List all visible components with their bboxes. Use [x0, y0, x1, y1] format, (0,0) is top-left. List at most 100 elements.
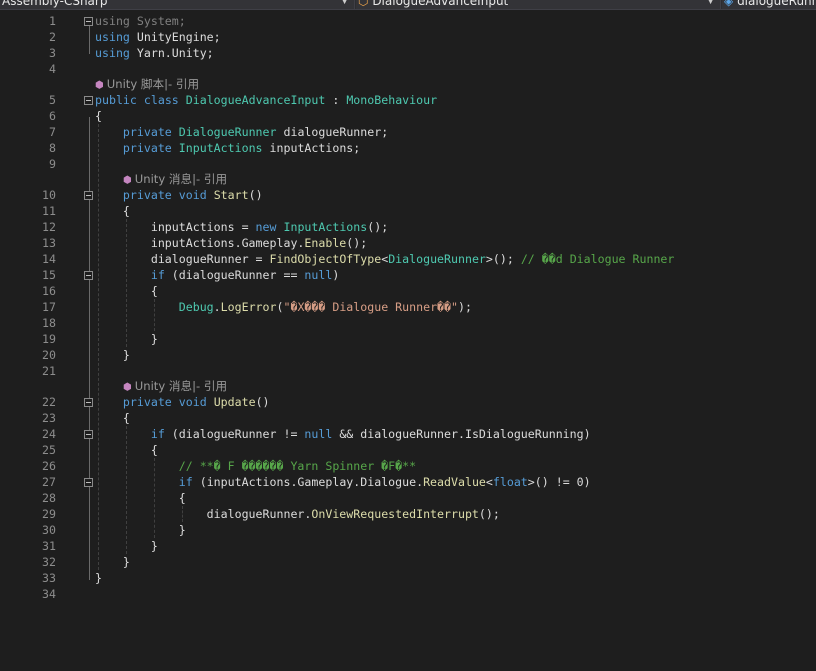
code-line: 4	[0, 61, 816, 77]
code-text[interactable]: private DialogueRunner dialogueRunner;	[95, 124, 388, 140]
code-text[interactable]: }	[95, 570, 102, 586]
code-text[interactable]: {	[95, 410, 130, 426]
code-line: 2 using UnityEngine;	[0, 29, 816, 45]
code-line: 25 {	[0, 442, 816, 458]
code-token: {	[95, 443, 158, 457]
codelens-row: ⬢ Unity 消息|- 引用	[0, 378, 816, 394]
code-line: 22 private void Update()	[0, 394, 816, 410]
code-token: && dialogueRunner.IsDialogueRunning)	[332, 427, 591, 441]
project-dropdown-label: Assembly-CSharp	[2, 0, 108, 8]
code-token: inputActions;	[262, 141, 361, 155]
code-token: Enable	[304, 236, 347, 250]
code-text[interactable]: inputActions.Gameplay.Enable();	[95, 235, 367, 251]
code-token: (inputActions.Gameplay.Dialogue.	[192, 475, 424, 489]
code-text[interactable]: dialogueRunner = FindObjectOfType<Dialog…	[95, 251, 675, 267]
code-text[interactable]: }	[95, 538, 158, 554]
code-token: ()	[255, 395, 270, 409]
codelens-row: ⬢ Unity 脚本|- 引用	[0, 76, 816, 92]
code-text[interactable]: using Yarn.Unity;	[95, 45, 214, 61]
code-line: 15 if (dialogueRunner == null)	[0, 267, 816, 283]
class-dropdown-label: DialogueAdvanceInput	[372, 0, 509, 8]
class-dropdown[interactable]: ⬡ DialogueAdvanceInput ▼	[356, 0, 721, 9]
code-text[interactable]: Debug.LogError("�X��� Dialogue Runner��"…	[95, 299, 472, 315]
collapse-toggle-icon[interactable]	[84, 478, 93, 487]
code-line: 31 }	[0, 538, 816, 554]
code-text[interactable]: {	[95, 108, 102, 124]
code-line: 33}	[0, 570, 816, 586]
code-text[interactable]: {	[95, 283, 158, 299]
code-token: void	[178, 395, 207, 409]
code-token: }	[95, 332, 158, 346]
codelens-text: Unity 消息|- 引用	[134, 379, 228, 393]
line-number: 7	[49, 125, 56, 139]
line-number: 28	[42, 491, 56, 505]
code-token: .	[213, 300, 221, 314]
line-number: 1	[49, 14, 56, 28]
code-text[interactable]: private void Update()	[95, 394, 270, 410]
code-token: // ��d Dialogue Runner	[520, 252, 675, 266]
project-dropdown[interactable]: Assembly-CSharp ▼	[0, 0, 355, 9]
code-token: ();	[367, 220, 389, 234]
code-token: }	[95, 555, 130, 569]
line-number: 10	[42, 188, 56, 202]
code-line: 34	[0, 586, 816, 602]
code-token: LogError	[220, 300, 277, 314]
unity-icon: ⬢	[123, 382, 132, 393]
code-line: 16 {	[0, 283, 816, 299]
code-text[interactable]: public class DialogueAdvanceInput : Mono…	[95, 92, 437, 108]
code-text[interactable]: if (inputActions.Gameplay.Dialogue.ReadV…	[95, 474, 591, 490]
collapse-toggle-icon[interactable]	[84, 271, 93, 280]
code-token: :	[325, 93, 347, 107]
code-text[interactable]: inputActions = new InputActions();	[95, 219, 388, 235]
code-text[interactable]: private InputActions inputActions;	[95, 140, 360, 156]
line-number: 29	[42, 507, 56, 521]
code-text[interactable]: }	[95, 331, 158, 347]
code-text[interactable]: private void Start()	[95, 187, 263, 203]
code-text[interactable]: {	[95, 203, 130, 219]
member-dropdown[interactable]: ◈ dialogueRunner	[722, 0, 816, 9]
code-token: {	[95, 109, 102, 123]
code-token: null	[304, 427, 333, 441]
code-text[interactable]: dialogueRunner.OnViewRequestedInterrupt(…	[95, 506, 500, 522]
code-line: 10 private void Start()	[0, 187, 816, 203]
code-text[interactable]: }	[95, 554, 130, 570]
code-token: using	[95, 14, 130, 28]
code-token: ReadValue	[423, 475, 486, 489]
code-token: dialogueRunner =	[95, 252, 270, 266]
code-line: 7 private DialogueRunner dialogueRunner;	[0, 124, 816, 140]
code-token: if	[178, 475, 193, 489]
collapse-toggle-icon[interactable]	[84, 191, 93, 200]
code-editor[interactable]: ⬢ Unity 脚本|- 引用 ⬢ Unity 消息|- 引用 ⬢ Unity 消息|- …	[0, 10, 816, 671]
code-text[interactable]: using System;	[95, 13, 186, 29]
code-token: >();	[485, 252, 521, 266]
code-text[interactable]: // **� F ������ Yarn Spinner �F�**	[95, 458, 416, 474]
codelens-row: ⬢ Unity 消息|- 引用	[0, 171, 816, 187]
code-text[interactable]: }	[95, 522, 186, 538]
code-text[interactable]: if (dialogueRunner != null && dialogueRu…	[95, 426, 591, 442]
line-number: 18	[42, 316, 56, 330]
collapse-toggle-icon[interactable]	[84, 430, 93, 439]
code-text[interactable]: using UnityEngine;	[95, 29, 221, 45]
code-text[interactable]: {	[95, 490, 186, 506]
collapse-toggle-icon[interactable]	[84, 17, 93, 26]
code-line: 29 dialogueRunner.OnViewRequestedInterru…	[0, 506, 816, 522]
code-text[interactable]: {	[95, 442, 158, 458]
line-number: 23	[42, 411, 56, 425]
class-icon: ⬡	[358, 0, 369, 8]
code-token: {	[95, 411, 130, 425]
code-token: DialogueRunner	[178, 125, 277, 139]
code-token: if	[150, 427, 165, 441]
collapse-toggle-icon[interactable]	[84, 398, 93, 407]
code-line: 11 {	[0, 203, 816, 219]
code-text[interactable]: }	[95, 347, 130, 363]
code-text[interactable]: if (dialogueRunner == null)	[95, 267, 339, 283]
collapse-toggle-icon[interactable]	[84, 96, 93, 105]
line-number: 16	[42, 284, 56, 298]
line-number: 21	[42, 364, 56, 378]
code-token: Yarn.Unity;	[129, 46, 214, 60]
